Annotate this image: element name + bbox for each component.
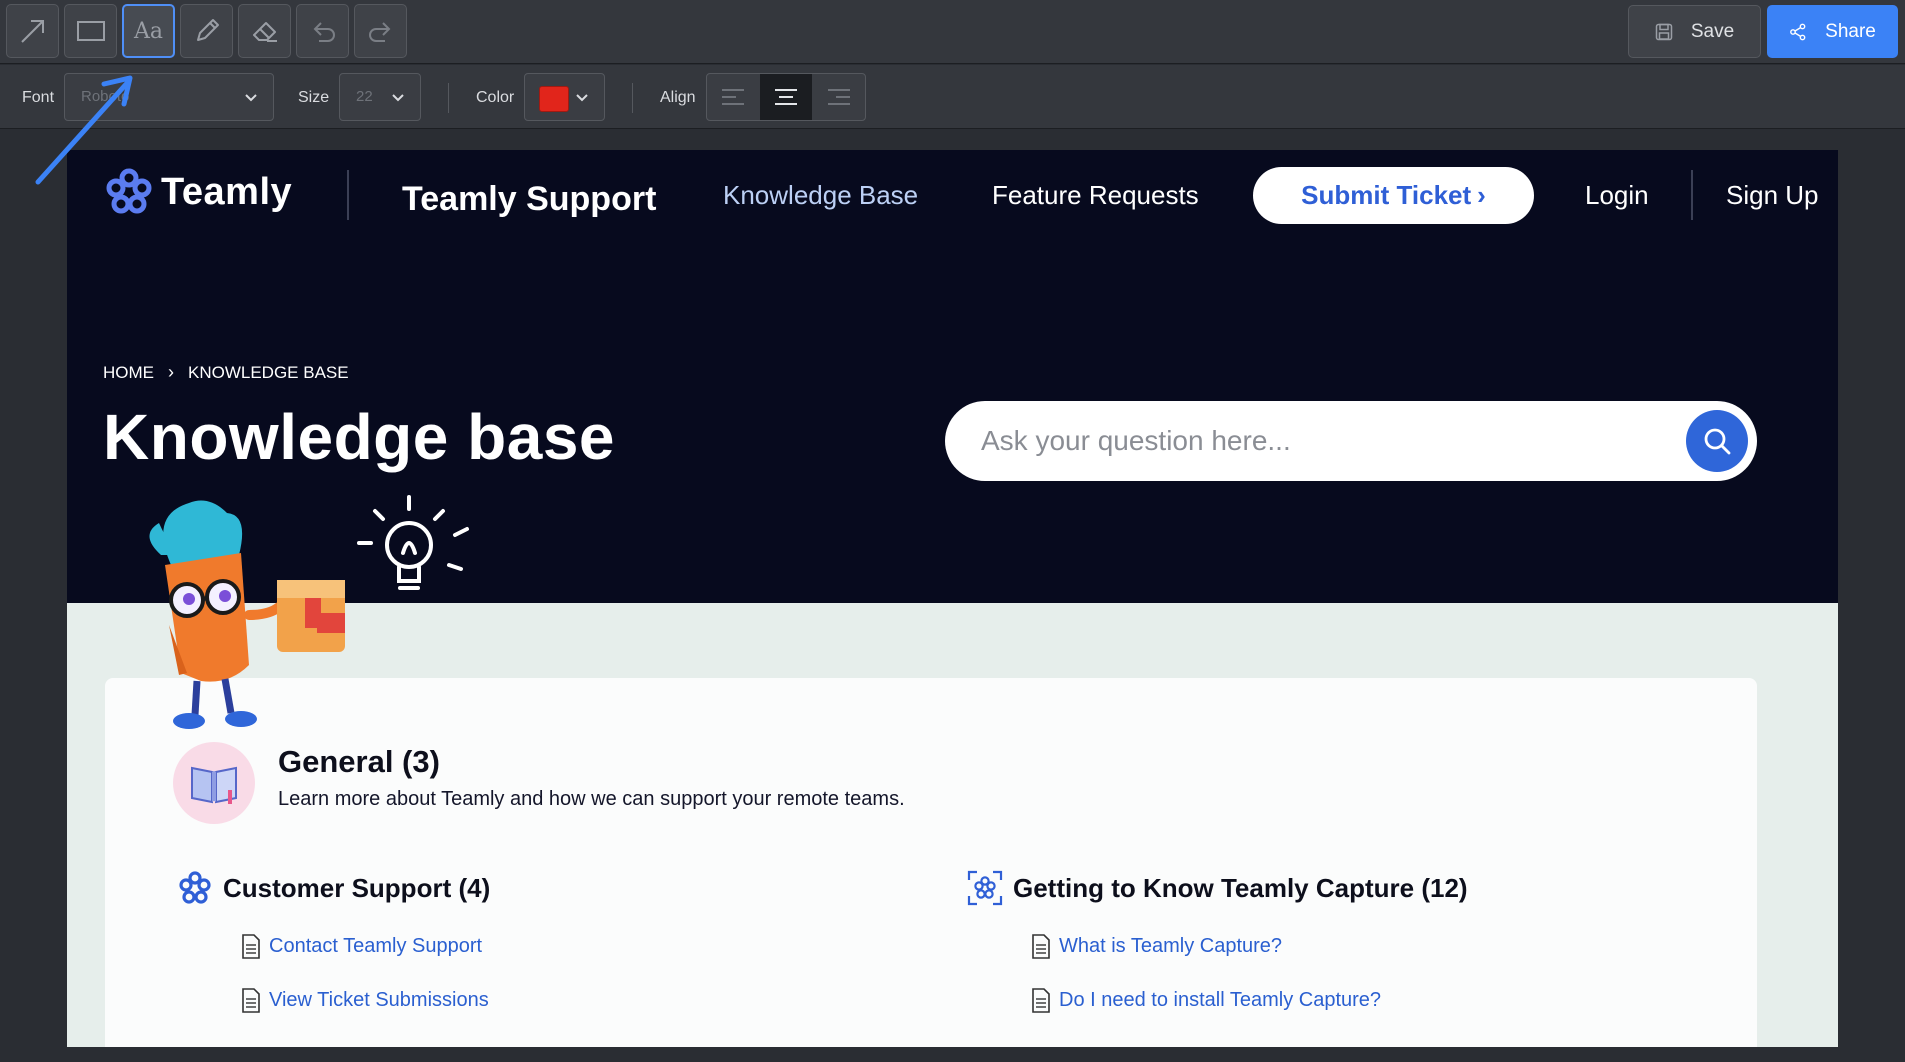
color-swatch [539,86,569,112]
submit-ticket-label: Submit Ticket [1301,180,1472,210]
divider [448,83,449,113]
customer-support-heading[interactable]: Customer Support (4) [177,870,490,906]
submit-ticket-button[interactable]: Submit Ticket › [1253,167,1534,224]
text-icon: Aa [133,18,163,44]
align-center-button[interactable] [759,74,813,120]
article-link[interactable]: View Ticket Submissions [241,988,489,1013]
article-link[interactable]: Do I need to install Teamly Capture? [1031,988,1381,1013]
nav-sign-up[interactable]: Sign Up [1726,180,1819,211]
section-title: Getting to Know Teamly Capture (12) [1013,872,1468,903]
article-title: What is Teamly Capture? [1059,935,1283,957]
arrow-icon [20,20,44,43]
search-bar [945,401,1757,481]
breadcrumb-home[interactable]: HOME [103,363,154,383]
divider [632,83,633,113]
chevron-right-icon: › [168,362,174,382]
search-button[interactable] [1686,410,1748,472]
align-label: Align [660,89,696,106]
page-title: Knowledge base [103,401,615,473]
nav-knowledge-base[interactable]: Knowledge Base [723,180,918,211]
nav-login[interactable]: Login [1585,180,1649,211]
undo-icon [313,22,335,42]
document-icon [1032,934,1050,959]
align-right-icon [827,89,850,105]
book-icon [173,742,255,824]
undo-tool[interactable] [296,4,349,58]
align-left-icon [722,89,745,105]
teamly-flower-icon [179,871,211,904]
article-title: Contact Teamly Support [269,935,483,957]
font-select-value: Roboto [81,88,130,105]
chevron-right-icon: › [1477,180,1486,210]
rectangle-icon [76,21,105,41]
size-label: Size [298,89,330,106]
save-label: Save [1690,20,1735,42]
chevron-down-icon [576,94,588,102]
align-center-icon [775,89,797,105]
align-left-button[interactable] [707,74,760,120]
mascot-illustration [149,495,469,729]
general-category-title[interactable]: General (3) [278,744,440,780]
document-icon [242,988,260,1013]
pencil-tool[interactable] [180,4,233,58]
search-icon [1704,428,1731,455]
teamly-logo[interactable]: Teamly [103,166,292,218]
rectangle-tool[interactable] [64,4,117,58]
document-icon [242,934,260,959]
nav-divider [347,170,349,220]
save-icon [1655,23,1673,40]
article-title: View Ticket Submissions [269,989,489,1011]
support-title[interactable]: Teamly Support [402,180,656,219]
text-tool[interactable]: Aa [122,4,175,58]
color-picker[interactable] [524,73,605,121]
redo-icon [368,22,390,42]
arrow-tool[interactable] [6,4,59,58]
breadcrumb: HOME › KNOWLEDGE BASE [103,362,349,383]
save-button[interactable]: Save [1628,5,1761,58]
align-right-button[interactable] [812,74,865,120]
format-bar: Font Roboto Size 22 Color Align [0,65,1905,129]
font-label: Font [22,89,55,106]
document-icon [1032,988,1050,1013]
teamly-logo-icon [106,168,152,214]
nav-divider [1691,170,1693,220]
nav-feature-requests[interactable]: Feature Requests [992,180,1199,211]
font-select[interactable]: Roboto [64,73,274,121]
share-icon [1790,23,1806,40]
capture-icon [967,870,1003,906]
eraser-tool[interactable] [238,4,291,58]
size-select-value: 22 [356,88,373,105]
size-select[interactable]: 22 [339,73,421,121]
logo-text: Teamly [161,170,293,213]
color-label: Color [476,89,515,106]
teamly-capture-heading[interactable]: Getting to Know Teamly Capture (12) [967,870,1468,906]
article-link[interactable]: Contact Teamly Support [241,934,482,959]
article-title: Do I need to install Teamly Capture? [1059,989,1382,1011]
search-input[interactable] [981,401,1661,481]
general-category-description: Learn more about Teamly and how we can s… [278,788,905,810]
section-title: Customer Support (4) [223,872,491,903]
redo-tool[interactable] [354,4,407,58]
top-toolbar: Aa Save Share [0,0,1905,64]
pencil-icon [196,19,219,41]
breadcrumb-current: KNOWLEDGE BASE [188,362,349,382]
article-link[interactable]: What is Teamly Capture? [1031,934,1282,959]
eraser-icon [252,22,277,42]
chevron-down-icon [245,94,257,102]
share-label: Share [1825,20,1876,42]
chevron-down-icon [392,94,404,102]
align-group [706,73,866,121]
screenshot-canvas[interactable]: Teamly Teamly Support Knowledge Base Fea… [67,150,1838,1047]
share-button[interactable]: Share [1767,5,1898,58]
